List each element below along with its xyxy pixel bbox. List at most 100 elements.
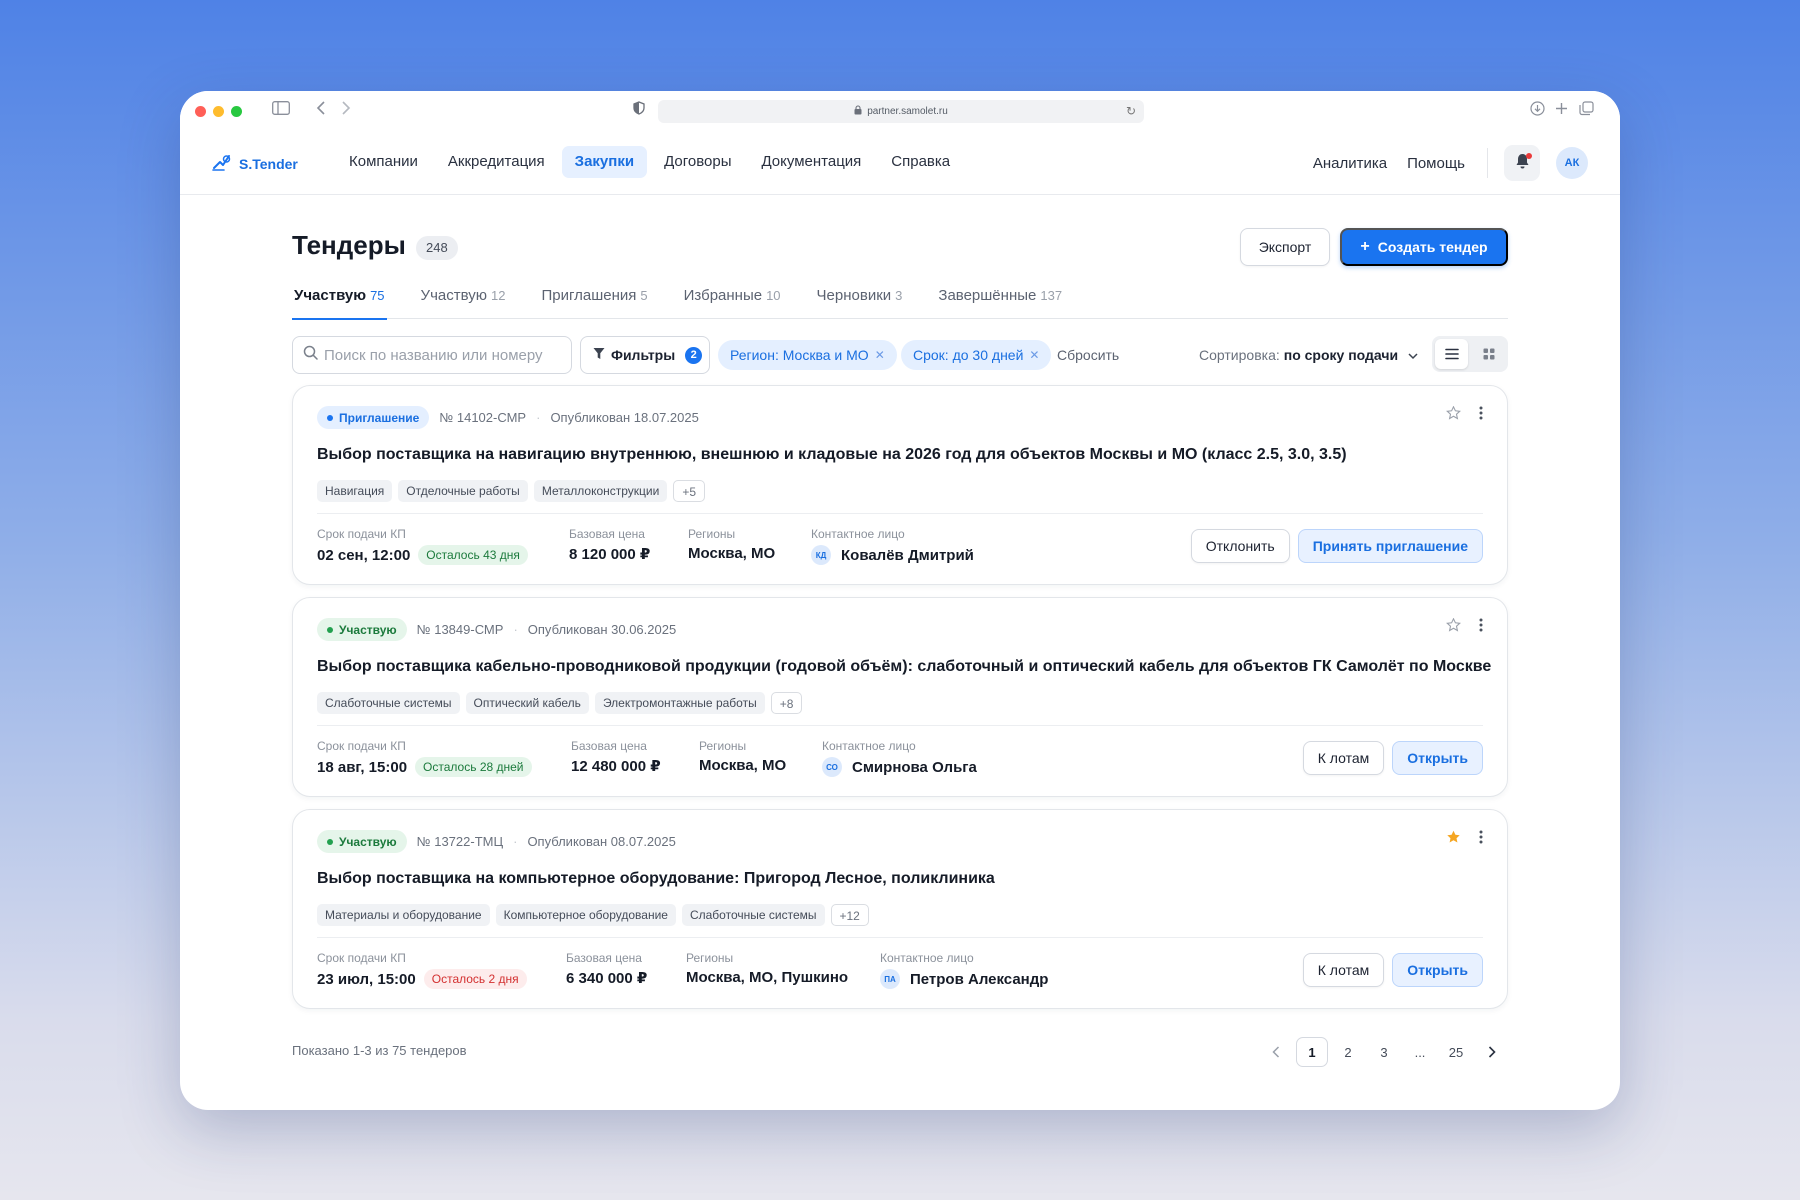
tab-label: Участвую — [420, 287, 487, 304]
top-navigation: S.Tender Компании Аккредитация Закупки Д… — [180, 131, 1620, 195]
user-avatar[interactable]: АК — [1556, 147, 1588, 179]
field-label: Регионы — [686, 951, 734, 965]
page-button[interactable]: 1 — [1296, 1037, 1328, 1067]
open-button[interactable]: Открыть — [1392, 953, 1483, 987]
menu-item-reference[interactable]: Справка — [878, 146, 963, 178]
forward-icon[interactable] — [341, 101, 351, 121]
chip-label: Регион: Москва и МО — [730, 347, 869, 363]
tender-card[interactable]: Приглашение № 14102-СМР · Опубликован 18… — [292, 385, 1508, 585]
contact-name[interactable]: Смирнова Ольга — [852, 759, 977, 776]
more-vertical-icon[interactable] — [1479, 406, 1483, 425]
address-bar[interactable]: partner.samolet.ru ↻ — [658, 100, 1144, 123]
meta-separator: · — [536, 410, 541, 425]
remove-chip-icon[interactable]: ✕ — [1029, 348, 1039, 362]
close-window-button[interactable] — [195, 106, 206, 117]
tab-favorites[interactable]: Избранные 10 — [682, 283, 783, 319]
menu-item-accreditation[interactable]: Аккредитация — [435, 146, 558, 178]
status-dot — [327, 838, 333, 845]
contact-name[interactable]: Петров Александр — [910, 971, 1048, 988]
shield-icon[interactable] — [633, 101, 645, 121]
open-button[interactable]: Открыть — [1392, 741, 1483, 775]
page-button[interactable]: 25 — [1440, 1037, 1472, 1067]
page-header: Тендеры 248 Экспорт + Создать тендер — [292, 228, 1508, 268]
star-icon[interactable] — [1446, 617, 1461, 637]
star-filled-icon[interactable] — [1446, 830, 1461, 849]
main-content: Тендеры 248 Экспорт + Создать тендер Уча… — [292, 228, 1508, 1009]
filter-chip-deadline[interactable]: Срок: до 30 дней ✕ — [901, 340, 1052, 370]
filters-count-badge: 2 — [685, 346, 703, 364]
sidebar-toggle-icon[interactable] — [272, 101, 290, 121]
window-controls — [195, 106, 242, 117]
create-tender-button[interactable]: + Создать тендер — [1340, 228, 1508, 266]
list-view-button[interactable] — [1435, 339, 1468, 369]
contact-name[interactable]: Ковалёв Дмитрий — [841, 547, 974, 564]
tab-completed[interactable]: Завершённые 137 — [936, 283, 1064, 319]
chevron-left-icon[interactable] — [1260, 1037, 1292, 1067]
tab-count: 3 — [895, 288, 903, 303]
new-tab-icon[interactable] — [1555, 101, 1568, 121]
tender-title[interactable]: Выбор поставщика на компьютерное оборудо… — [317, 870, 995, 888]
tab-invitations[interactable]: Приглашения 5 — [539, 283, 649, 319]
logo[interactable]: S.Tender — [212, 153, 298, 174]
category-tag: Навигация — [317, 480, 393, 502]
status-badge: Приглашение — [317, 406, 430, 429]
to-lots-button[interactable]: К лотам — [1302, 741, 1385, 775]
search-box[interactable] — [292, 336, 572, 374]
list-icon — [1444, 348, 1459, 360]
create-tender-label: Создать тендер — [1377, 239, 1488, 255]
card-divider — [317, 725, 1483, 726]
menu-item-documentation[interactable]: Документация — [748, 146, 874, 178]
tender-title[interactable]: Выбор поставщика на навигацию внутреннюю… — [317, 446, 1347, 464]
tender-number: № 13849-СМР — [416, 622, 504, 637]
grid-view-button[interactable] — [1472, 339, 1505, 369]
decline-button[interactable]: Отклонить — [1190, 529, 1290, 563]
deadline-field: Срок подачи КП 23 июл, 15:00 Осталось 2 д… — [317, 951, 527, 989]
card-divider — [317, 937, 1483, 938]
reload-icon[interactable]: ↻ — [1126, 104, 1136, 118]
filters-button[interactable]: Фильтры 2 — [580, 336, 710, 374]
page-button[interactable]: 2 — [1332, 1037, 1364, 1067]
export-button[interactable]: Экспорт — [1240, 228, 1330, 266]
page-button[interactable]: 3 — [1368, 1037, 1400, 1067]
card-actions-top — [1446, 830, 1483, 849]
tabs-overview-icon[interactable] — [1579, 101, 1594, 122]
tab-drafts[interactable]: Черновики 3 — [815, 283, 905, 319]
tender-tabs: Участвую 75 Участвую 12 Приглашения 5 Избранны… — [292, 283, 1508, 320]
minimize-window-button[interactable] — [213, 106, 224, 117]
chevron-right-icon[interactable] — [1476, 1037, 1508, 1067]
more-tags-badge[interactable]: +5 — [673, 480, 706, 502]
contact-field: Контактное лицо ПА Петров Александр — [880, 951, 1048, 989]
sort-dropdown[interactable]: Сортировка: по сроку подачи — [1199, 336, 1418, 374]
help-link[interactable]: Помощь — [1397, 155, 1475, 172]
filter-toolbar: Фильтры 2 Регион: Москва и МО ✕ Срок: до… — [292, 336, 1508, 374]
more-tags-badge[interactable]: +8 — [770, 692, 803, 714]
download-icon[interactable] — [1530, 101, 1545, 122]
tender-card[interactable]: Участвую № 13849-СМР · Опубликован 30.06… — [292, 597, 1508, 797]
maximize-window-button[interactable] — [231, 106, 242, 117]
back-icon[interactable] — [316, 101, 326, 121]
tab-label: Черновики — [816, 287, 892, 304]
analytics-link[interactable]: Аналитика — [1303, 155, 1397, 172]
contact-avatar: ПА — [880, 969, 900, 989]
more-tags-badge[interactable]: +12 — [830, 904, 869, 926]
menu-item-procurement[interactable]: Закупки — [561, 146, 648, 178]
more-vertical-icon[interactable] — [1479, 618, 1483, 637]
tab-participating[interactable]: Участвую 75 — [292, 283, 387, 320]
reset-filters-link[interactable]: Сбросить — [1057, 336, 1119, 374]
logo-icon — [212, 153, 232, 174]
menu-item-contracts[interactable]: Договоры — [651, 146, 744, 178]
star-icon[interactable] — [1446, 405, 1461, 425]
more-vertical-icon[interactable] — [1479, 830, 1483, 849]
to-lots-button[interactable]: К лотам — [1302, 953, 1385, 987]
accept-invitation-button[interactable]: Принять приглашение — [1297, 529, 1483, 563]
tab-participating-2[interactable]: Участвую 12 — [419, 283, 508, 319]
tender-title[interactable]: Выбор поставщика кабельно-проводниковой … — [317, 658, 1491, 676]
search-input[interactable] — [324, 346, 554, 364]
filter-chip-region[interactable]: Регион: Москва и МО ✕ — [718, 340, 897, 370]
menu-item-companies[interactable]: Компании — [336, 146, 431, 178]
card-meta: Участвую № 13849-СМР · Опубликован 30.06… — [317, 618, 676, 641]
tab-label: Избранные — [683, 287, 763, 304]
remove-chip-icon[interactable]: ✕ — [875, 348, 885, 362]
notifications-button[interactable] — [1504, 145, 1540, 181]
tender-card[interactable]: Участвую № 13722-ТМЦ · Опубликован 08.07… — [292, 809, 1508, 1009]
